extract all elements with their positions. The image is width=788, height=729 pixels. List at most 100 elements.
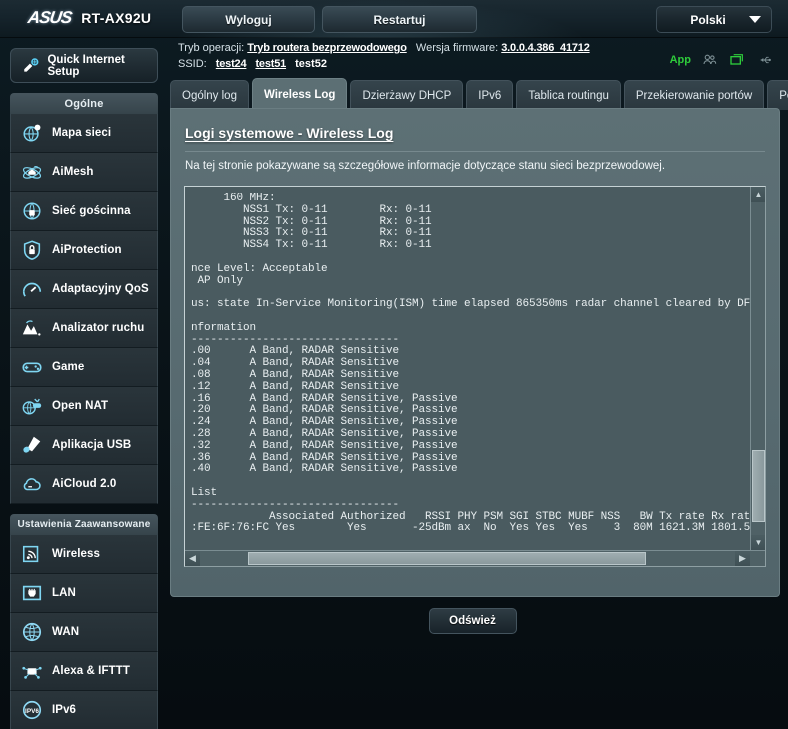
ssid-value-1[interactable]: test51 [255,58,286,70]
lan-port-icon [22,585,42,601]
vertical-scrollbar[interactable]: ▲ ▼ [750,187,765,550]
sidebar-item-label: AiMesh [52,166,94,178]
guest-network-icon [23,202,41,220]
sidebar-item-label: IPv6 [52,704,77,716]
sidebar-menu-general: Mapa sieci AiMesh Sieć gościnna AiProtec… [10,114,158,504]
sidebar-item-label: Alexa & IFTTT [52,665,130,677]
sidebar-item-label: Sieć gościnna [52,205,131,217]
sidebar-item-label: Open NAT [52,400,109,412]
sidebar-item-label: AiCloud 2.0 [52,478,117,490]
firmware-version-value[interactable]: 3.0.0.4.386_41712 [501,42,590,54]
usb-icon[interactable] [756,52,772,68]
ssid-value-0[interactable]: test24 [216,58,247,70]
content-area: Ogólny log Wireless Log Dzierżawy DHCP I… [165,78,788,719]
cloud-icon [23,478,41,491]
monitor-icon[interactable] [729,52,745,68]
sidebar-item-label: WAN [52,626,80,638]
sidebar-item-label: Adaptacyjny QoS [52,283,149,295]
sidebar-item-label: Analizator ruchu [52,322,145,334]
log-tab-bar: Ogólny log Wireless Log Dzierżawy DHCP I… [170,78,788,110]
sidebar-item-adaptive-qos[interactable]: Adaptacyjny QoS [10,270,158,309]
network-map-icon [23,124,41,142]
tab-wireless-log[interactable]: Wireless Log [251,78,348,110]
logout-button[interactable]: Wyloguj [182,6,315,33]
title-divider [185,151,765,152]
resize-grip-icon[interactable] [750,551,765,566]
sidebar-item-wan[interactable]: WAN [10,613,158,652]
gauge-icon [22,282,42,297]
sidebar-menus: Ogólne Mapa sieci AiMesh Sieć gościnna A… [0,93,170,729]
language-selector-label: Polski [690,12,726,27]
sidebar-item-label: Wireless [52,548,101,560]
sidebar-item-aicloud[interactable]: AiCloud 2.0 [10,465,158,504]
sidebar-item-traffic-analyzer[interactable]: Analizator ruchu [10,309,158,348]
page-description: Na tej stronie pokazywane są szczegółowe… [185,160,666,172]
brand-block: ASUS RT-AX92U [26,8,152,28]
vertical-scrollbar-thumb[interactable] [752,450,765,522]
chevron-up-icon[interactable]: ▲ [751,187,765,202]
globe-icon [22,622,42,642]
quick-internet-setup-label: Quick Internet Setup [47,53,125,78]
sidebar-menu-advanced: Wireless LAN WAN Alexa & IFTTT IPV6 IPv6 [10,535,158,729]
sidebar-item-label: Mapa sieci [52,127,112,139]
top-header-bar: ASUS RT-AX92U Wyloguj Restartuj Polski [0,0,788,38]
sidebar-item-network-map[interactable]: Mapa sieci [10,114,158,153]
svg-text:IPV6: IPV6 [25,708,39,715]
app-icon[interactable]: App [670,54,691,66]
sidebar-item-open-nat[interactable]: Open NAT [10,387,158,426]
sidebar-item-label: Game [52,361,85,373]
sidebar-item-usb-application[interactable]: Aplikacja USB [10,426,158,465]
ipv6-icon: IPV6 [22,700,42,720]
sidebar-item-wireless[interactable]: Wireless [10,535,158,574]
alexa-ifttt-icon [22,666,42,679]
tab-routing-table[interactable]: Tablica routingu [516,80,621,110]
traffic-analyzer-icon [22,320,41,336]
sidebar-item-aiprotection[interactable]: AiProtection [10,231,158,270]
sidebar-item-lan[interactable]: LAN [10,574,158,613]
usb-app-icon [23,436,41,453]
tab-general-log[interactable]: Ogólny log [170,80,249,110]
op-mode-label: Tryb operacji: [178,42,245,54]
router-model-label: RT-AX92U [81,10,152,26]
operation-firmware-line: Tryb operacji: Tryb routera bezprzewodow… [178,42,590,54]
sidebar-item-ipv6[interactable]: IPV6 IPv6 [10,691,158,729]
ssid-line: SSID: test24 test51 test52 [178,58,327,70]
sidebar-item-guest-network[interactable]: Sieć gościnna [10,192,158,231]
refresh-button[interactable]: Odśwież [428,608,517,634]
tab-port-forwarding[interactable]: Przekierowanie portów [623,80,765,110]
sidebar-item-alexa-ifttt[interactable]: Alexa & IFTTT [10,652,158,691]
horizontal-scrollbar[interactable]: ◀ ▶ [185,550,765,566]
sidebar-item-label: LAN [52,587,76,599]
reboot-button[interactable]: Restartuj [322,6,477,33]
wizard-icon [24,57,39,72]
sidebar: Quick Internet Setup Ogólne Mapa sieci A… [0,38,170,729]
ssid-label: SSID: [178,58,207,70]
users-icon[interactable] [702,52,718,68]
tab-ipv6[interactable]: IPv6 [466,80,514,110]
sidebar-group-title-advanced: Ustawienia Zaawansowane [10,514,158,535]
tab-dhcp-leases[interactable]: Dzierżawy DHCP [350,80,464,110]
chevron-right-icon[interactable]: ▶ [735,551,750,566]
sidebar-group-separator [0,504,170,514]
quick-internet-setup-button[interactable]: Quick Internet Setup [10,48,158,83]
open-nat-icon [22,398,42,415]
router-admin-window: ASUS RT-AX92U Wyloguj Restartuj Polski T… [0,0,788,729]
sidebar-item-game[interactable]: Game [10,348,158,387]
chevron-down-icon [749,16,761,23]
horizontal-scrollbar-thumb[interactable] [248,552,646,565]
wireless-log-content: 160 MHz: NSS1 Tx: 0-11 Rx: 0-11 NSS2 Tx:… [191,193,750,535]
log-panel: Logi systemowe - Wireless Log Na tej str… [170,108,780,597]
op-mode-value[interactable]: Tryb routera bezprzewodowego [247,42,407,54]
sidebar-item-aimesh[interactable]: AiMesh [10,153,158,192]
status-info-strip: Tryb operacji: Tryb routera bezprzewodow… [170,38,788,78]
wireless-log-textarea[interactable]: 160 MHz: NSS1 Tx: 0-11 Rx: 0-11 NSS2 Tx:… [184,186,766,567]
page-title: Logi systemowe - Wireless Log [185,125,394,141]
language-selector[interactable]: Polski [656,6,772,33]
ssid-value-2: test52 [295,58,327,70]
chevron-left-icon[interactable]: ◀ [185,551,200,566]
status-icon-row: App [670,52,772,68]
tab-connections[interactable]: Połączenia [767,80,788,110]
asus-logo: ASUS [26,8,73,27]
sidebar-item-label: Aplikacja USB [52,439,132,451]
chevron-down-icon[interactable]: ▼ [751,535,765,550]
